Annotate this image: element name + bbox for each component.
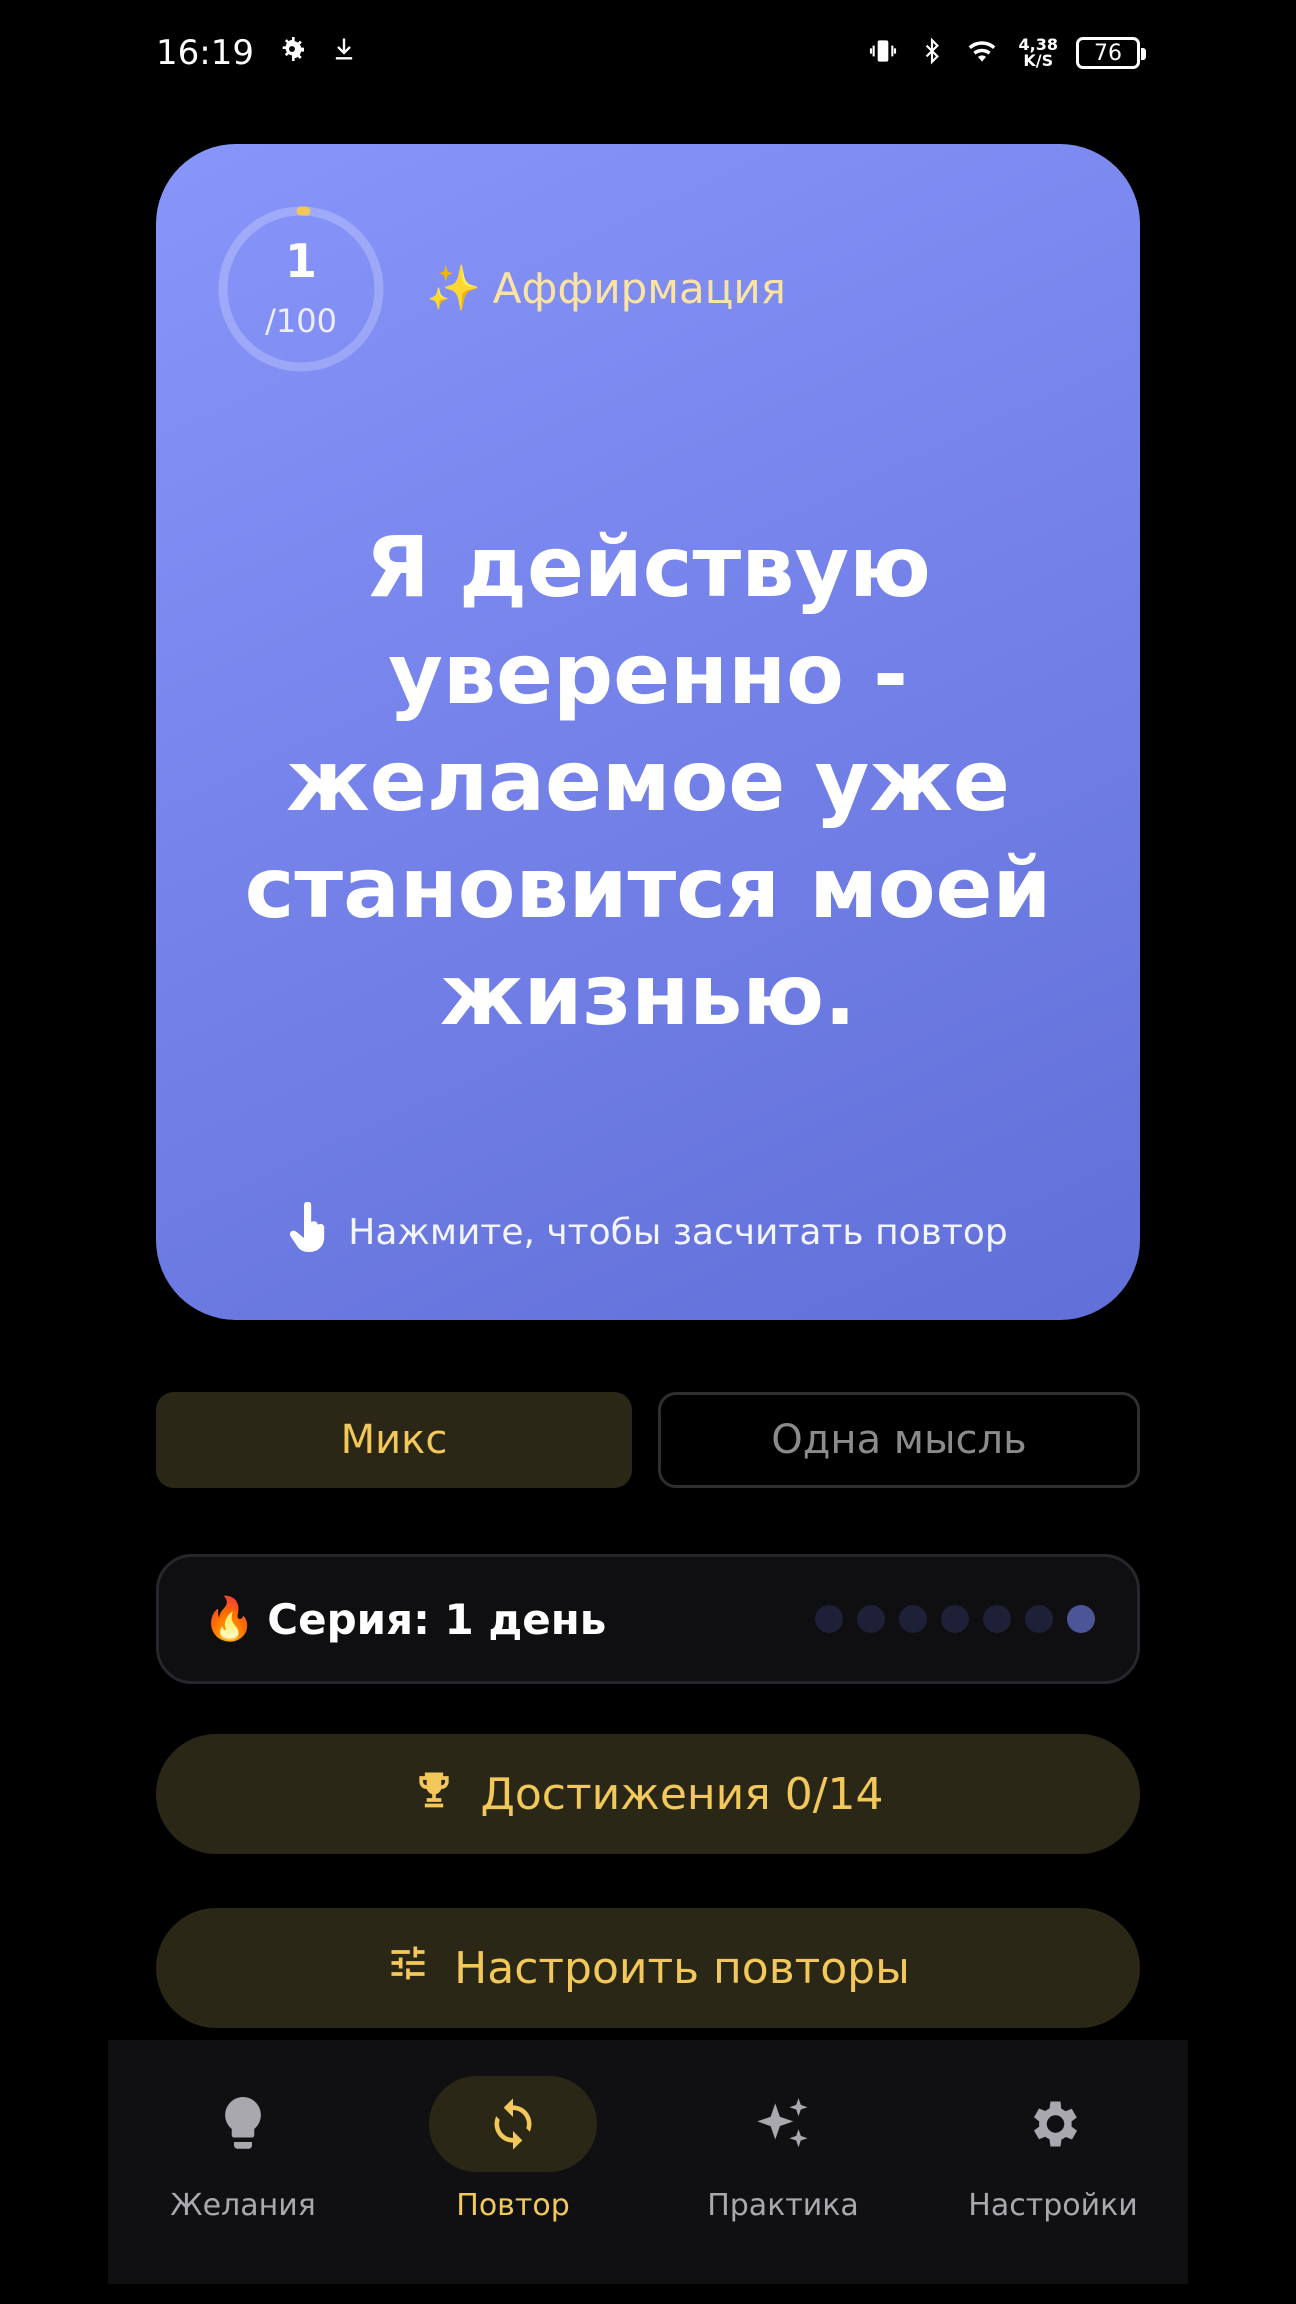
streak-day-dot: [815, 1605, 843, 1633]
configure-repeats-label: Настроить повторы: [454, 1942, 910, 1994]
sparkles-icon: ✨: [426, 263, 481, 314]
battery-level: 76: [1094, 40, 1122, 66]
card-category: ✨ Аффирмация: [426, 262, 786, 314]
streak-day-dot: [1067, 1605, 1095, 1633]
tap-hint-label: Нажмите, чтобы засчитать повтор: [348, 1212, 1008, 1253]
wifi-icon: [963, 35, 1001, 71]
gear-icon: [969, 2076, 1137, 2172]
lightbulb-icon: [159, 2076, 327, 2172]
streak-week-dots: [815, 1605, 1095, 1633]
network-speed: 4,38 K/S: [1019, 37, 1058, 69]
sparkles-nav-icon: [699, 2076, 867, 2172]
mode-toggle: Микс Одна мысль: [156, 1392, 1140, 1488]
counter-total: /100: [265, 302, 337, 340]
achievements-button[interactable]: Достижения 0/14: [156, 1734, 1140, 1854]
download-status-icon: [330, 33, 358, 74]
nav-repeat-label: Повтор: [456, 2188, 570, 2223]
settings-status-icon: [276, 33, 308, 74]
nav-settings-label: Настройки: [968, 2188, 1138, 2223]
status-time: 16:19: [156, 33, 254, 73]
mode-mix-button[interactable]: Микс: [156, 1392, 632, 1488]
nav-practice-label: Практика: [707, 2188, 859, 2223]
configure-repeats-button[interactable]: Настроить повторы: [156, 1908, 1140, 2028]
streak-label: Серия: 1 день: [267, 1594, 607, 1644]
vibrate-icon: [865, 35, 901, 71]
status-bar: 16:19 4,38 K/S 76: [156, 28, 1146, 78]
repeat-icon: [429, 2076, 597, 2172]
tap-hint: Нажмите, чтобы засчитать повтор: [156, 1201, 1140, 1263]
trophy-icon: [412, 1767, 456, 1822]
sliders-icon: [386, 1941, 430, 1996]
mode-single-button[interactable]: Одна мысль: [658, 1392, 1140, 1488]
streak-day-dot: [899, 1605, 927, 1633]
card-category-label: Аффирмация: [492, 263, 786, 313]
streak-day-dot: [1025, 1605, 1053, 1633]
battery-icon: 76: [1076, 37, 1146, 69]
network-speed-unit: K/S: [1023, 51, 1054, 70]
streak-day-dot: [857, 1605, 885, 1633]
nav-wishes[interactable]: Желания: [108, 2040, 378, 2284]
streak-info: 🔥 Серия: 1 день: [203, 1594, 606, 1644]
repeat-counter: 1 /100: [216, 204, 386, 374]
nav-wishes-label: Желания: [170, 2188, 316, 2223]
streak-day-dot: [983, 1605, 1011, 1633]
tap-finger-icon: [288, 1201, 328, 1263]
nav-settings[interactable]: Настройки: [918, 2040, 1188, 2284]
nav-repeat[interactable]: Повтор: [378, 2040, 648, 2284]
streak-day-dot: [941, 1605, 969, 1633]
affirmation-card[interactable]: 1 /100 ✨ Аффирмация Я действую уверенно …: [156, 144, 1140, 1320]
nav-practice[interactable]: Практика: [648, 2040, 918, 2284]
streak-panel: 🔥 Серия: 1 день: [156, 1554, 1140, 1684]
bluetooth-icon: [919, 35, 945, 71]
counter-current: 1: [284, 234, 317, 288]
achievements-label: Достижения 0/14: [480, 1768, 884, 1820]
affirmation-text: Я действую уверенно - желаемое уже стано…: [244, 518, 1052, 1044]
bottom-navigation: Желания Повтор Практика Настройки: [108, 2040, 1188, 2284]
fire-icon: 🔥: [203, 1594, 256, 1643]
